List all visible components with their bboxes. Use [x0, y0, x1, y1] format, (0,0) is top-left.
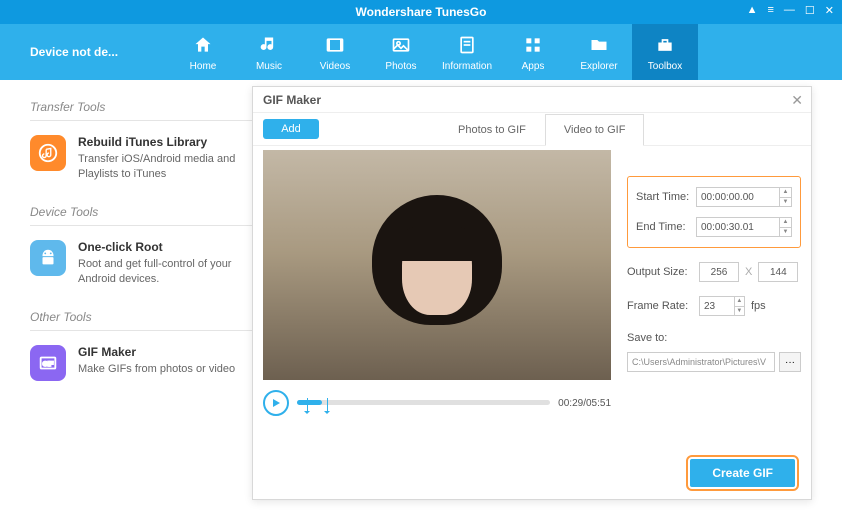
- photos-icon: [391, 33, 411, 57]
- explorer-icon: [589, 33, 609, 57]
- framerate-spinner[interactable]: ▲▼: [734, 297, 744, 315]
- nav-photos[interactable]: Photos: [368, 24, 434, 80]
- item-title: GIF Maker: [78, 345, 235, 359]
- minimize-icon[interactable]: —: [784, 4, 795, 17]
- apps-icon: [523, 33, 543, 57]
- range-handles[interactable]: [307, 394, 329, 412]
- item-one-click-root[interactable]: One-click Root Root and get full-control…: [30, 240, 260, 288]
- info-icon: [457, 33, 477, 57]
- browse-button[interactable]: ···: [779, 352, 801, 372]
- play-button[interactable]: [263, 390, 289, 416]
- close-icon[interactable]: ✕: [791, 92, 803, 109]
- end-time-input[interactable]: [697, 218, 779, 236]
- framerate-unit: fps: [751, 300, 766, 312]
- gif-icon: GIF: [30, 345, 66, 381]
- nav-label: Explorer: [580, 61, 617, 72]
- videos-icon: [325, 33, 345, 57]
- close-window-icon[interactable]: ✕: [825, 4, 834, 17]
- nav-label: Photos: [385, 61, 416, 72]
- start-time-label: Start Time:: [636, 191, 696, 203]
- size-separator: X: [745, 266, 752, 278]
- video-controls: 00:29/05:51: [263, 390, 611, 416]
- start-time-input[interactable]: [697, 188, 779, 206]
- app-title: Wondershare TunesGo: [356, 5, 487, 19]
- output-height-input[interactable]: [758, 262, 798, 282]
- end-time-spinner[interactable]: ▲▼: [779, 218, 791, 236]
- music-icon: [259, 33, 279, 57]
- scrub-bar[interactable]: [297, 394, 550, 412]
- modal-header: GIF Maker ✕: [253, 87, 811, 113]
- home-icon: [193, 33, 213, 57]
- titlebar: Wondershare TunesGo ▲ ≡ — ☐ ✕: [0, 0, 842, 24]
- gif-maker-modal: GIF Maker ✕ Add Photos to GIF Video to G…: [252, 86, 812, 500]
- nav-label: Information: [442, 61, 492, 72]
- item-desc: Root and get full-control of your Androi…: [78, 257, 260, 288]
- modal-main: 00:29/05:51 Start Time: ▲▼ End Time: ▲▼ …: [253, 145, 811, 416]
- item-desc: Make GIFs from photos or video: [78, 362, 235, 377]
- time-group: Start Time: ▲▼ End Time: ▲▼: [627, 176, 801, 248]
- menu-icon[interactable]: ≡: [767, 4, 773, 17]
- main-nav: Home Music Videos Photos Information App…: [170, 24, 698, 80]
- create-gif-button[interactable]: Create GIF: [690, 459, 795, 487]
- section-transfer-tools: Transfer Tools: [30, 100, 260, 121]
- nav-label: Music: [256, 61, 282, 72]
- nav-music[interactable]: Music: [236, 24, 302, 80]
- playback-time: 00:29/05:51: [558, 398, 611, 409]
- video-area: 00:29/05:51: [263, 150, 611, 416]
- tab-video-to-gif[interactable]: Video to GIF: [545, 114, 645, 146]
- nav-toolbox[interactable]: Toolbox: [632, 24, 698, 80]
- nav-label: Videos: [320, 61, 350, 72]
- save-path-input[interactable]: [627, 352, 775, 372]
- section-other-tools: Other Tools: [30, 310, 260, 331]
- framerate-input[interactable]: [700, 297, 734, 315]
- item-title: One-click Root: [78, 240, 260, 254]
- nav-label: Toolbox: [648, 61, 682, 72]
- save-to-label: Save to:: [627, 332, 699, 344]
- nav-home[interactable]: Home: [170, 24, 236, 80]
- settings-panel: Start Time: ▲▼ End Time: ▲▼ Output Size:…: [611, 150, 801, 416]
- video-preview[interactable]: [263, 150, 611, 380]
- nav-label: Home: [190, 61, 217, 72]
- maximize-icon[interactable]: ☐: [805, 4, 815, 17]
- header: Device not de... Home Music Videos Photo…: [0, 24, 842, 80]
- device-status[interactable]: Device not de...: [0, 45, 170, 59]
- section-device-tools: Device Tools: [30, 205, 260, 226]
- end-time-label: End Time:: [636, 221, 696, 233]
- item-title: Rebuild iTunes Library: [78, 135, 260, 149]
- toolbox-icon: [655, 33, 675, 57]
- modal-toolbar: Add Photos to GIF Video to GIF: [253, 113, 811, 145]
- modal-footer: Create GIF: [690, 459, 795, 487]
- start-time-spinner[interactable]: ▲▼: [779, 188, 791, 206]
- item-gif-maker[interactable]: GIF GIF Maker Make GIFs from photos or v…: [30, 345, 260, 381]
- nav-label: Apps: [522, 61, 545, 72]
- nav-videos[interactable]: Videos: [302, 24, 368, 80]
- window-controls: ▲ ≡ — ☐ ✕: [747, 4, 834, 17]
- sidebar: Transfer Tools Rebuild iTunes Library Tr…: [30, 100, 260, 395]
- output-size-label: Output Size:: [627, 266, 699, 278]
- nav-apps[interactable]: Apps: [500, 24, 566, 80]
- nav-information[interactable]: Information: [434, 24, 500, 80]
- tabs: Photos to GIF Video to GIF: [439, 113, 644, 145]
- itunes-icon: [30, 135, 66, 171]
- modal-title: GIF Maker: [263, 93, 321, 107]
- output-width-input[interactable]: [699, 262, 739, 282]
- svg-text:GIF: GIF: [43, 360, 54, 367]
- item-rebuild-itunes[interactable]: Rebuild iTunes Library Transfer iOS/Andr…: [30, 135, 260, 183]
- nav-explorer[interactable]: Explorer: [566, 24, 632, 80]
- body: Transfer Tools Rebuild iTunes Library Tr…: [0, 80, 842, 518]
- add-button[interactable]: Add: [263, 119, 319, 139]
- user-icon[interactable]: ▲: [747, 4, 758, 17]
- android-icon: [30, 240, 66, 276]
- item-desc: Transfer iOS/Android media and Playlists…: [78, 152, 260, 183]
- framerate-label: Frame Rate:: [627, 300, 699, 312]
- tab-photos-to-gif[interactable]: Photos to GIF: [439, 113, 545, 145]
